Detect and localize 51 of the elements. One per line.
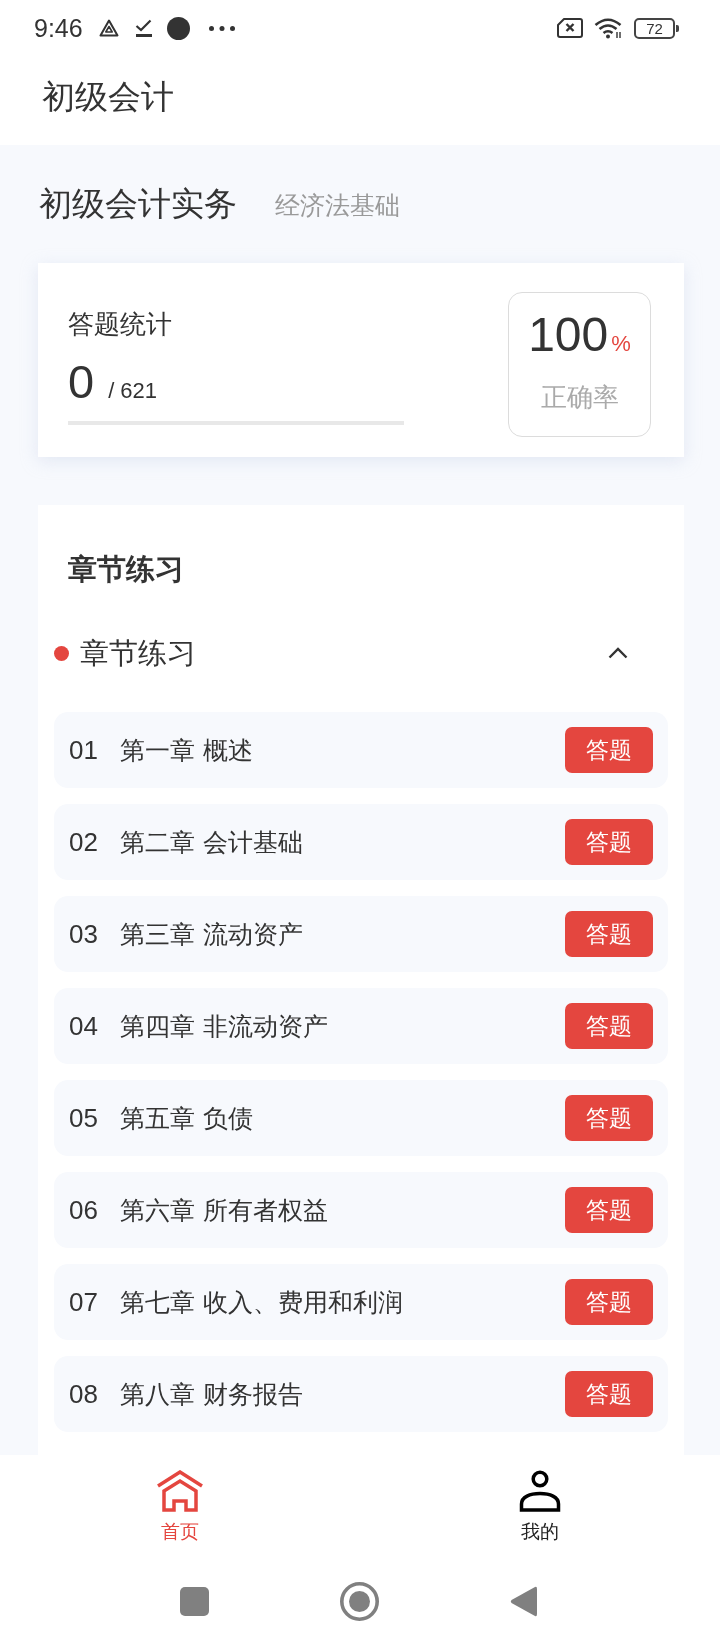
answer-button[interactable]: 答题: [565, 1187, 653, 1233]
accuracy-label: 正确率: [540, 382, 619, 412]
section-label: 章节练习: [80, 635, 196, 672]
home-icon: [156, 1470, 204, 1512]
wifi-icon: [594, 17, 623, 39]
more-icon: [208, 25, 235, 31]
section-heading: 章节练习: [68, 551, 184, 587]
nav-tab[interactable]: 首页: [0, 1455, 360, 1552]
stats-title: 答题统计: [68, 308, 172, 341]
check-icon: [134, 19, 153, 37]
percent-unit: %: [611, 331, 631, 357]
chapter-title: 第一章 概述: [120, 734, 253, 767]
chapter-number: 05: [69, 1102, 99, 1134]
dot-icon: [54, 645, 69, 661]
chapter-number: 04: [69, 1010, 99, 1042]
chapter-title: 第五章 负债: [120, 1102, 253, 1135]
chapter-number: 03: [69, 918, 99, 950]
subject-tab[interactable]: 初级会计实务: [39, 183, 237, 225]
battery-indicator: 72: [634, 17, 680, 39]
answer-button[interactable]: 答题: [565, 1371, 653, 1417]
chapter-number: 01: [69, 734, 99, 766]
answer-button[interactable]: 答题: [565, 1095, 653, 1141]
answer-button[interactable]: 答题: [565, 819, 653, 865]
square-icon[interactable]: [180, 1586, 209, 1616]
answer-button[interactable]: 答题: [565, 1003, 653, 1049]
circle-icon[interactable]: [340, 1581, 379, 1621]
chapter-number: 06: [69, 1194, 99, 1226]
chapter-title: 第四章 非流动资产: [120, 1010, 328, 1043]
nav-tab[interactable]: 我的: [360, 1455, 720, 1552]
subject-tab[interactable]: 经济法基础: [275, 186, 400, 222]
chapter-title: 第二章 会计基础: [120, 826, 303, 859]
back-icon[interactable]: [510, 1584, 537, 1618]
answer-button[interactable]: 答题: [565, 727, 653, 773]
chapter-title: 第八章 财务报告: [120, 1378, 303, 1411]
triangle-icon: [98, 19, 119, 37]
chapter-title: 第三章 流动资产: [120, 918, 303, 951]
answer-button[interactable]: 答题: [565, 1279, 653, 1325]
page-title: 初级会计: [42, 76, 174, 117]
chapter-title: 第六章 所有者权益: [120, 1194, 328, 1227]
dot-icon: [166, 16, 190, 40]
accuracy-value: 100: [528, 311, 609, 359]
total-count: / 621: [108, 378, 158, 404]
sim-card-icon: [557, 18, 583, 38]
answered-count: 0: [68, 358, 95, 405]
chapter-number: 08: [69, 1378, 99, 1410]
chapter-title: 第七章 收入、费用和利润: [120, 1286, 403, 1319]
answer-button[interactable]: 答题: [565, 911, 653, 957]
status-time: 9:46: [34, 13, 83, 43]
chapter-number: 02: [69, 826, 99, 858]
chevron-up-icon[interactable]: [608, 647, 628, 659]
chapter-number: 07: [69, 1286, 99, 1318]
